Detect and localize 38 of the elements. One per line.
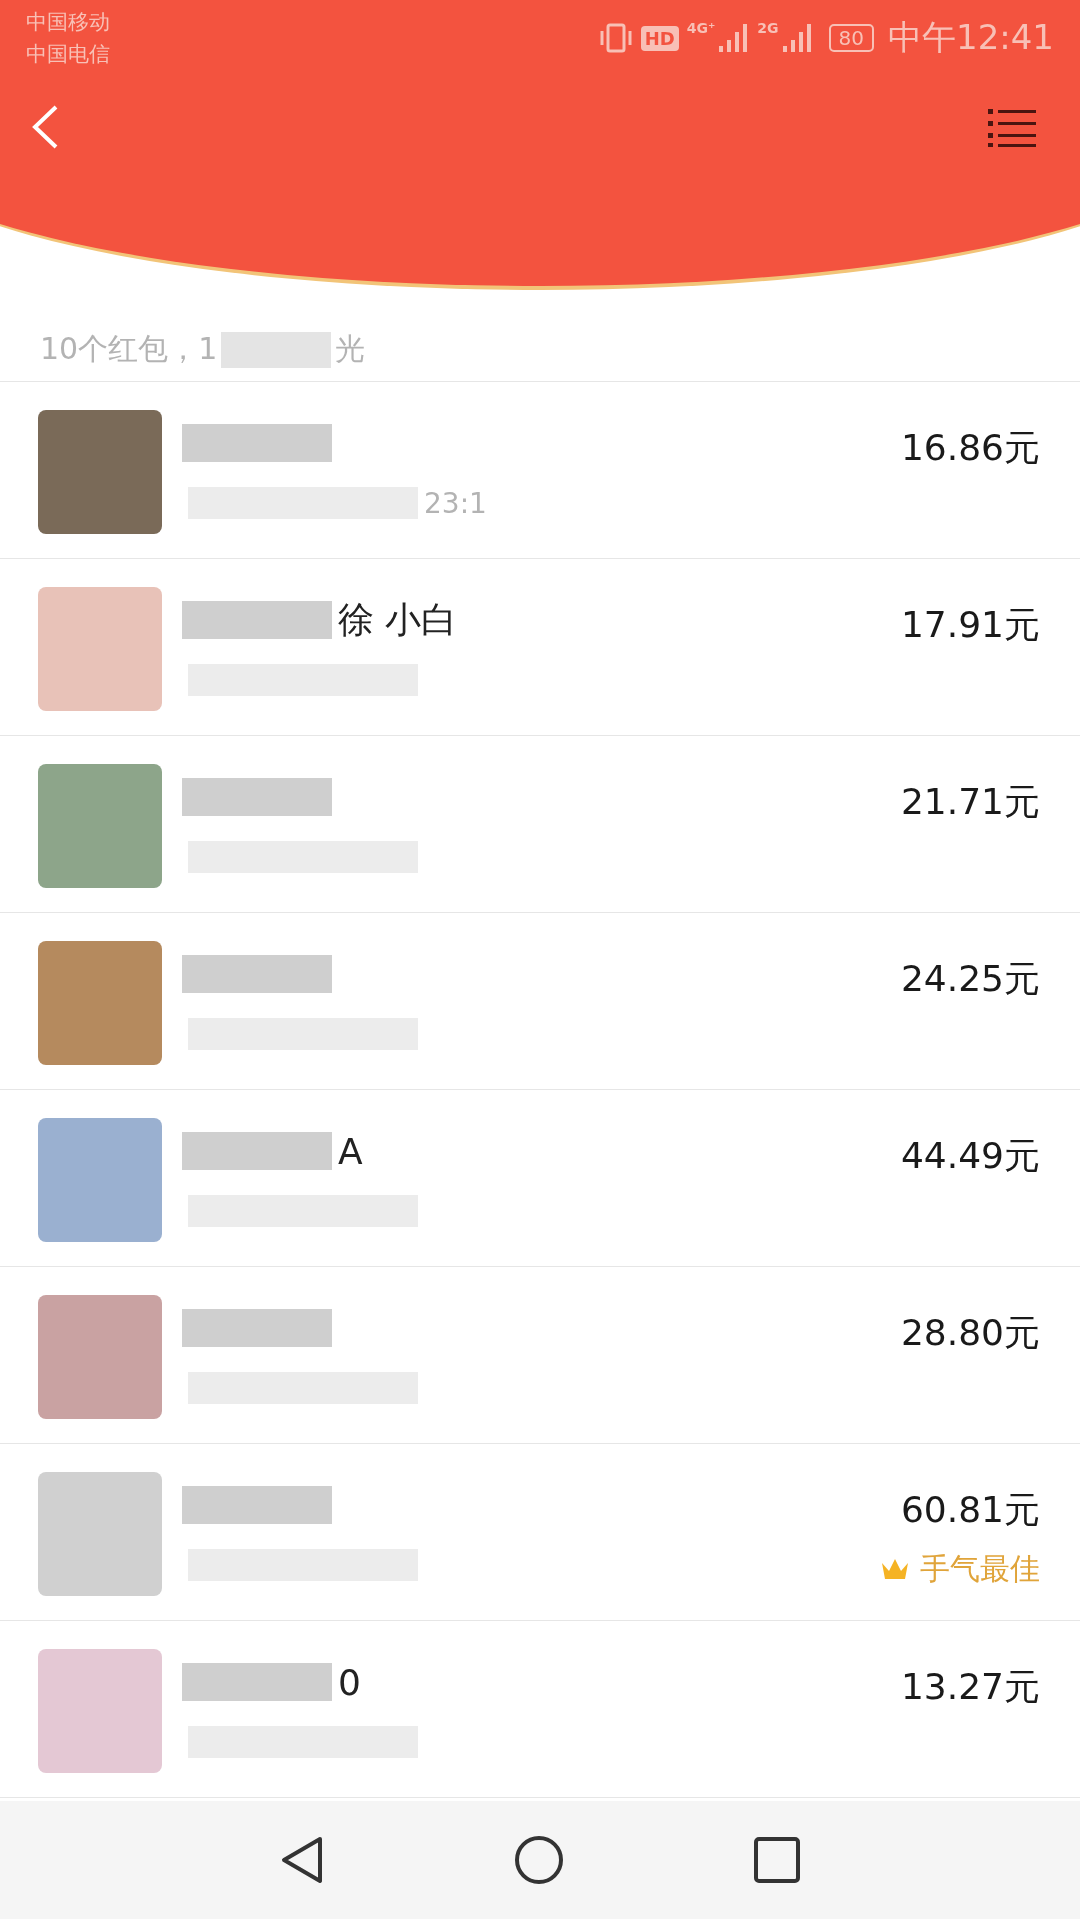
list-row[interactable]: 60.81元 手气最佳 [0,1444,1080,1621]
time-fragment: 23:1 [424,486,487,520]
back-nav-icon[interactable] [280,1836,324,1884]
best-luck-label: 手气最佳 [920,1550,1040,1588]
signal-icon [717,22,750,54]
hd-badge: HD [640,25,679,51]
back-icon[interactable] [30,104,60,150]
summary-text: 光 [335,330,366,368]
summary-text: 10个红包，1 [40,330,218,368]
network-label: 4G⁺ [686,20,716,36]
carrier-name: 中国电信 [26,41,110,68]
signal-icon [780,22,813,54]
list-row[interactable]: 23:1 16.86元 [0,382,1080,559]
home-nav-icon[interactable] [514,1835,564,1885]
amount-text: 24.25元 [900,957,1040,1001]
amount-text: 13.27元 [900,1665,1040,1709]
name-fragment: A [338,1130,363,1172]
name-fragment: 0 [338,1661,361,1703]
clock-time: 中午12:41 [888,16,1054,59]
network-label: 2G [757,20,779,36]
menu-icon[interactable] [988,107,1036,147]
list-row[interactable]: 28.80元 [0,1267,1080,1444]
list-row[interactable]: 21.71元 [0,736,1080,913]
amount-text: 60.81元 [900,1488,1040,1532]
amount-text: 44.49元 [900,1134,1040,1178]
battery-indicator: 80 [828,24,874,52]
list-row[interactable]: 徐 小白 17.91元 [0,559,1080,736]
amount-text: 16.86元 [900,426,1040,470]
recents-nav-icon[interactable] [754,1837,800,1883]
amount-text: 17.91元 [900,603,1040,647]
list-row[interactable]: A 44.49元 [0,1090,1080,1267]
amount-text: 21.71元 [900,780,1040,824]
list-row[interactable]: 0 13.27元 [0,1621,1080,1798]
carrier-name: 中国移动 [26,9,110,36]
vibrate-icon [598,22,633,54]
name-fragment: 徐 小白 [338,597,458,642]
list-row[interactable]: 24.25元 [0,913,1080,1090]
amount-text: 28.80元 [900,1311,1040,1355]
